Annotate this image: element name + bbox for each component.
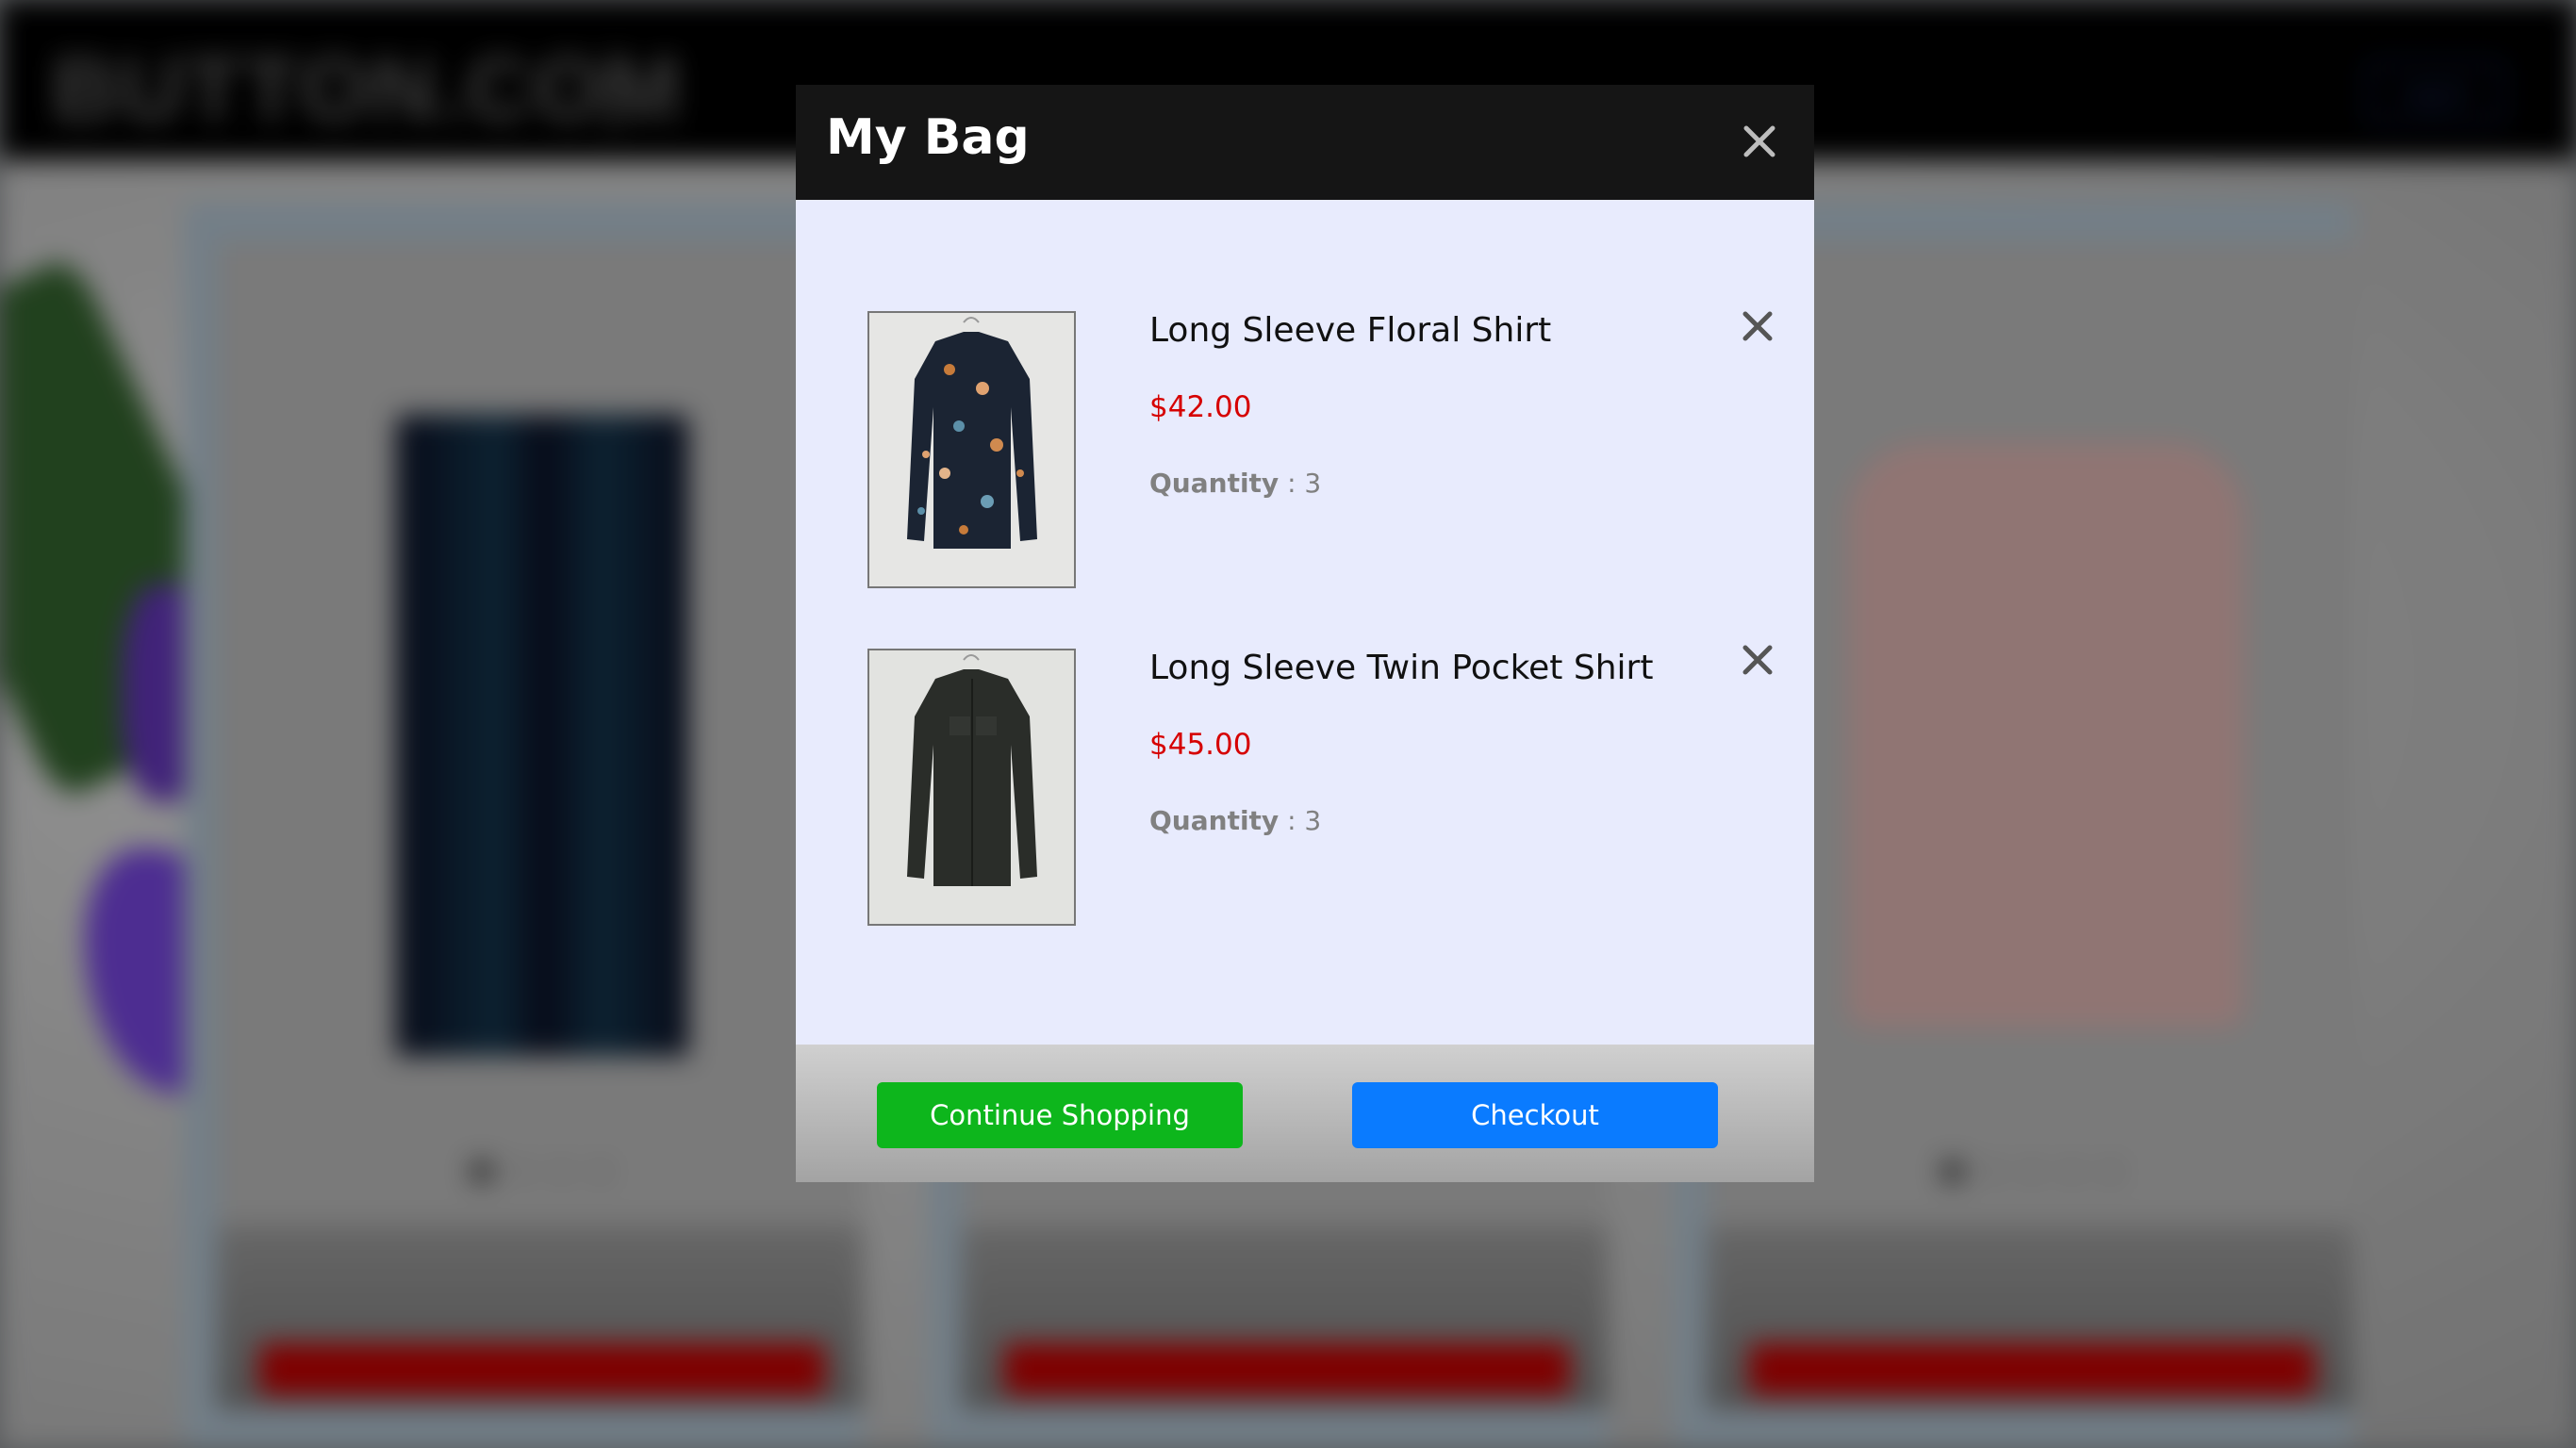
quantity-value: : 3 [1287, 468, 1322, 499]
remove-item-button[interactable] [1737, 639, 1778, 681]
remove-item-icon [1742, 645, 1773, 675]
remove-item-icon [1742, 311, 1773, 341]
my-bag-modal: My Bag Long Sleeve Floral Shirt $42.00 Q… [796, 85, 1814, 1182]
modal-title: My Bag [826, 109, 1030, 166]
quantity-label: Quantity [1149, 805, 1280, 836]
continue-shopping-button[interactable]: Continue Shopping [877, 1082, 1243, 1148]
item-quantity: Quantity : 3 [1149, 805, 1321, 836]
remove-item-button[interactable] [1737, 305, 1778, 347]
bag-item: Long Sleeve Twin Pocket Shirt $45.00 Qua… [796, 645, 1814, 931]
item-price: $45.00 [1149, 728, 1252, 762]
dark-shirt-image [869, 650, 1074, 924]
item-name: Long Sleeve Twin Pocket Shirt [1149, 649, 1654, 687]
close-icon [1743, 125, 1775, 157]
bag-item: Long Sleeve Floral Shirt $42.00 Quantity… [796, 311, 1814, 594]
item-quantity: Quantity : 3 [1149, 468, 1321, 499]
quantity-value: : 3 [1287, 805, 1322, 836]
floral-shirt-image [869, 313, 1074, 586]
close-modal-button[interactable] [1737, 119, 1782, 164]
quantity-label: Quantity [1149, 468, 1280, 499]
product-thumbnail [867, 649, 1076, 926]
modal-footer: Continue Shopping Checkout [796, 1045, 1814, 1182]
checkout-button[interactable]: Checkout [1352, 1082, 1718, 1148]
item-name: Long Sleeve Floral Shirt [1149, 311, 1552, 350]
modal-header: My Bag [796, 85, 1814, 200]
product-thumbnail [867, 311, 1076, 588]
item-price: $42.00 [1149, 390, 1252, 424]
